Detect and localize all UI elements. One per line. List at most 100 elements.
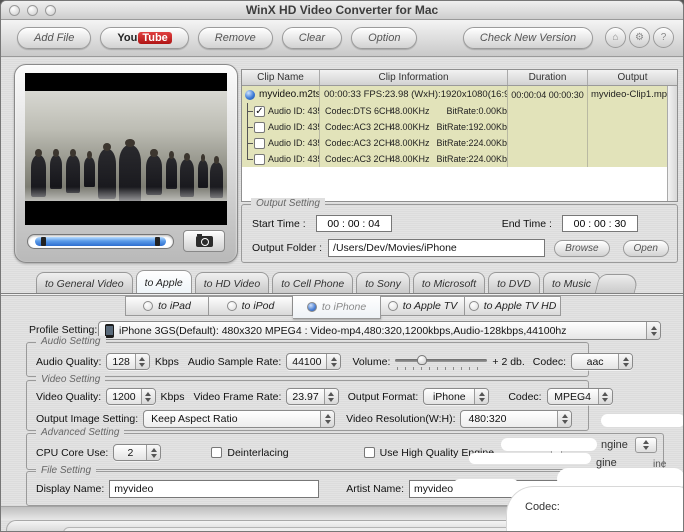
figure-silhouette: [210, 156, 223, 198]
subtab-to-ipod[interactable]: to iPod: [209, 296, 293, 316]
column-header-output[interactable]: Output: [588, 70, 677, 85]
tab-to-cell-phone[interactable]: to Cell Phone: [272, 272, 354, 294]
video-quality-value: 1200: [112, 390, 136, 403]
subtab-to-ipad[interactable]: to iPad: [125, 296, 209, 316]
column-header-duration[interactable]: Duration: [508, 70, 588, 85]
zoom-button[interactable]: [45, 5, 56, 16]
deinterlacing-label: Deinterlacing: [227, 446, 289, 459]
output-image-setting-label: Output Image Setting:: [36, 413, 139, 425]
stepper-arrows-icon[interactable]: [618, 354, 633, 369]
audio-rate: 48.00KHz: [390, 122, 430, 132]
video-resolution-dropdown[interactable]: 480:320: [460, 410, 573, 428]
help-button[interactable]: ?: [653, 27, 674, 48]
stepper-arrows-icon[interactable]: [140, 389, 155, 404]
output-setting-legend: Output Setting: [251, 198, 325, 210]
clear-button[interactable]: Clear: [281, 27, 343, 49]
audio-track-checkbox[interactable]: ✓: [254, 105, 265, 117]
stepper-arrows-icon[interactable]: [134, 354, 149, 369]
audio-bitrate: BitRate:224.00Kb: [436, 154, 507, 164]
home-button[interactable]: ⌂: [605, 27, 626, 48]
video-quality-stepper[interactable]: 1200: [106, 388, 156, 405]
volume-slider[interactable]: [395, 354, 488, 370]
subtab-to-iphone[interactable]: to iPhone: [293, 295, 381, 319]
audio-sample-rate-stepper[interactable]: 44100: [286, 353, 342, 370]
white-artifact: [453, 479, 519, 493]
trim-end-handle[interactable]: [154, 236, 160, 246]
add-file-label: Add File: [34, 32, 75, 44]
audio-track-checkbox[interactable]: [254, 137, 265, 149]
output-format-stepper[interactable]: iPhone: [423, 388, 490, 405]
tab-to-dvd[interactable]: to DVD: [488, 272, 540, 294]
volume-slider-thumb[interactable]: [417, 354, 428, 365]
high-quality-engine-checkbox[interactable]: [363, 447, 375, 458]
clip-duration: 00:00:04 00:00:30: [508, 86, 588, 103]
profile-setting-value: iPhone 3GS(Default): 480x320 MPEG4 : Vid…: [119, 324, 567, 337]
browse-button[interactable]: Browse: [554, 239, 610, 257]
trim-slider[interactable]: [27, 233, 174, 249]
deinterlacing-checkbox[interactable]: [211, 447, 223, 458]
video-preview-image: [25, 73, 227, 225]
output-setting-group: Output Setting Start Time : 00 : 00 : 04…: [241, 198, 678, 263]
stepper-arrows-icon[interactable]: [646, 322, 660, 339]
tab-to-apple[interactable]: to Apple: [135, 270, 192, 294]
table-row[interactable]: myvideo.m2ts 00:00:33 FPS:23.98 (WxH):19…: [242, 86, 677, 103]
add-file-button[interactable]: Add File: [17, 27, 92, 49]
stepper-arrows-icon[interactable]: [320, 411, 335, 427]
stepper-arrows-icon[interactable]: [326, 354, 341, 369]
remove-label: Remove: [214, 32, 256, 44]
column-header-clip-information[interactable]: Clip Information: [320, 70, 508, 85]
option-button[interactable]: Option: [351, 27, 418, 49]
start-time-field[interactable]: 00 : 00 : 04: [315, 215, 392, 232]
stepper-arrows-icon[interactable]: [557, 411, 572, 427]
tree-branch-icon: [242, 119, 254, 135]
bottom-panel-inner-edge: [63, 527, 583, 531]
open-button[interactable]: Open: [622, 239, 669, 257]
profile-setting-dropdown[interactable]: iPhone 3GS(Default): 480x320 MPEG4 : Vid…: [98, 321, 661, 340]
tab-to-hd-video[interactable]: to HD Video: [194, 272, 270, 294]
youtube-button[interactable]: You Tube: [100, 27, 189, 49]
clip-icon: [245, 89, 255, 100]
audio-quality-value: 128: [112, 355, 130, 368]
tab-to-microsoft[interactable]: to Microsoft: [412, 272, 486, 294]
video-codec-stepper[interactable]: MPEG4: [546, 388, 613, 405]
audio-quality-stepper[interactable]: 128: [106, 353, 150, 370]
cpu-core-stepper[interactable]: 2: [113, 444, 162, 461]
minimize-button[interactable]: [27, 5, 38, 16]
table-scrollbar[interactable]: [667, 86, 677, 201]
tab-to-sony[interactable]: to Sony: [356, 272, 410, 294]
remove-button[interactable]: Remove: [197, 27, 273, 49]
tab-to-music[interactable]: to Music: [542, 272, 601, 294]
subtab-label: to iPad: [158, 300, 191, 312]
table-row[interactable]: Audio ID: 4354 Codec:AC3 2CH48.00KHz BitR…: [242, 135, 677, 151]
subtab-to-apple-tv-hd[interactable]: to Apple TV HD: [465, 296, 561, 316]
audio-rate: 48.00KHz: [390, 106, 430, 116]
table-row[interactable]: Audio ID: 4355 Codec:AC3 2CH48.00KHz BitR…: [242, 151, 677, 167]
stepper-arrows-icon[interactable]: [474, 389, 489, 404]
table-row[interactable]: Audio ID: 4353 Codec:AC3 2CH48.00KHz BitR…: [242, 119, 677, 135]
figure-silhouette: [180, 153, 194, 197]
output-image-setting-dropdown[interactable]: Keep Aspect Ratio: [143, 410, 336, 428]
subtab-to-apple-tv[interactable]: to Apple TV: [381, 296, 465, 316]
output-folder-input[interactable]: [328, 239, 546, 257]
audio-rate: 48.00KHz: [390, 138, 430, 148]
audio-track-checkbox[interactable]: [254, 153, 265, 165]
display-name-input[interactable]: [109, 480, 320, 498]
tools-button[interactable]: ⚙: [629, 27, 650, 48]
stepper-arrows-icon[interactable]: [597, 389, 612, 404]
audio-codec-value: aac: [586, 355, 604, 368]
video-frame-rate-stepper[interactable]: 23.97: [286, 388, 339, 405]
audio-codec-stepper[interactable]: aac: [571, 353, 634, 370]
clip-name: myvideo.m2ts: [259, 89, 320, 100]
snapshot-button[interactable]: [183, 230, 225, 252]
close-button[interactable]: [9, 5, 20, 16]
stepper-arrows-icon[interactable]: [146, 445, 161, 460]
check-new-version-button[interactable]: Check New Version: [463, 27, 593, 49]
audio-track-checkbox[interactable]: [254, 121, 265, 133]
column-header-clip-name[interactable]: Clip Name: [242, 70, 320, 85]
audio-codec: Codec:AC3 2CH: [325, 138, 392, 148]
trim-start-handle[interactable]: [41, 236, 47, 246]
tab-to-general-video[interactable]: to General Video: [36, 272, 133, 294]
stepper-arrows-icon[interactable]: [323, 389, 338, 404]
end-time-field[interactable]: 00 : 00 : 30: [561, 215, 638, 232]
table-row[interactable]: ✓Audio ID: 4352 Codec:DTS 6CH48.00KHz Bit…: [242, 103, 677, 119]
